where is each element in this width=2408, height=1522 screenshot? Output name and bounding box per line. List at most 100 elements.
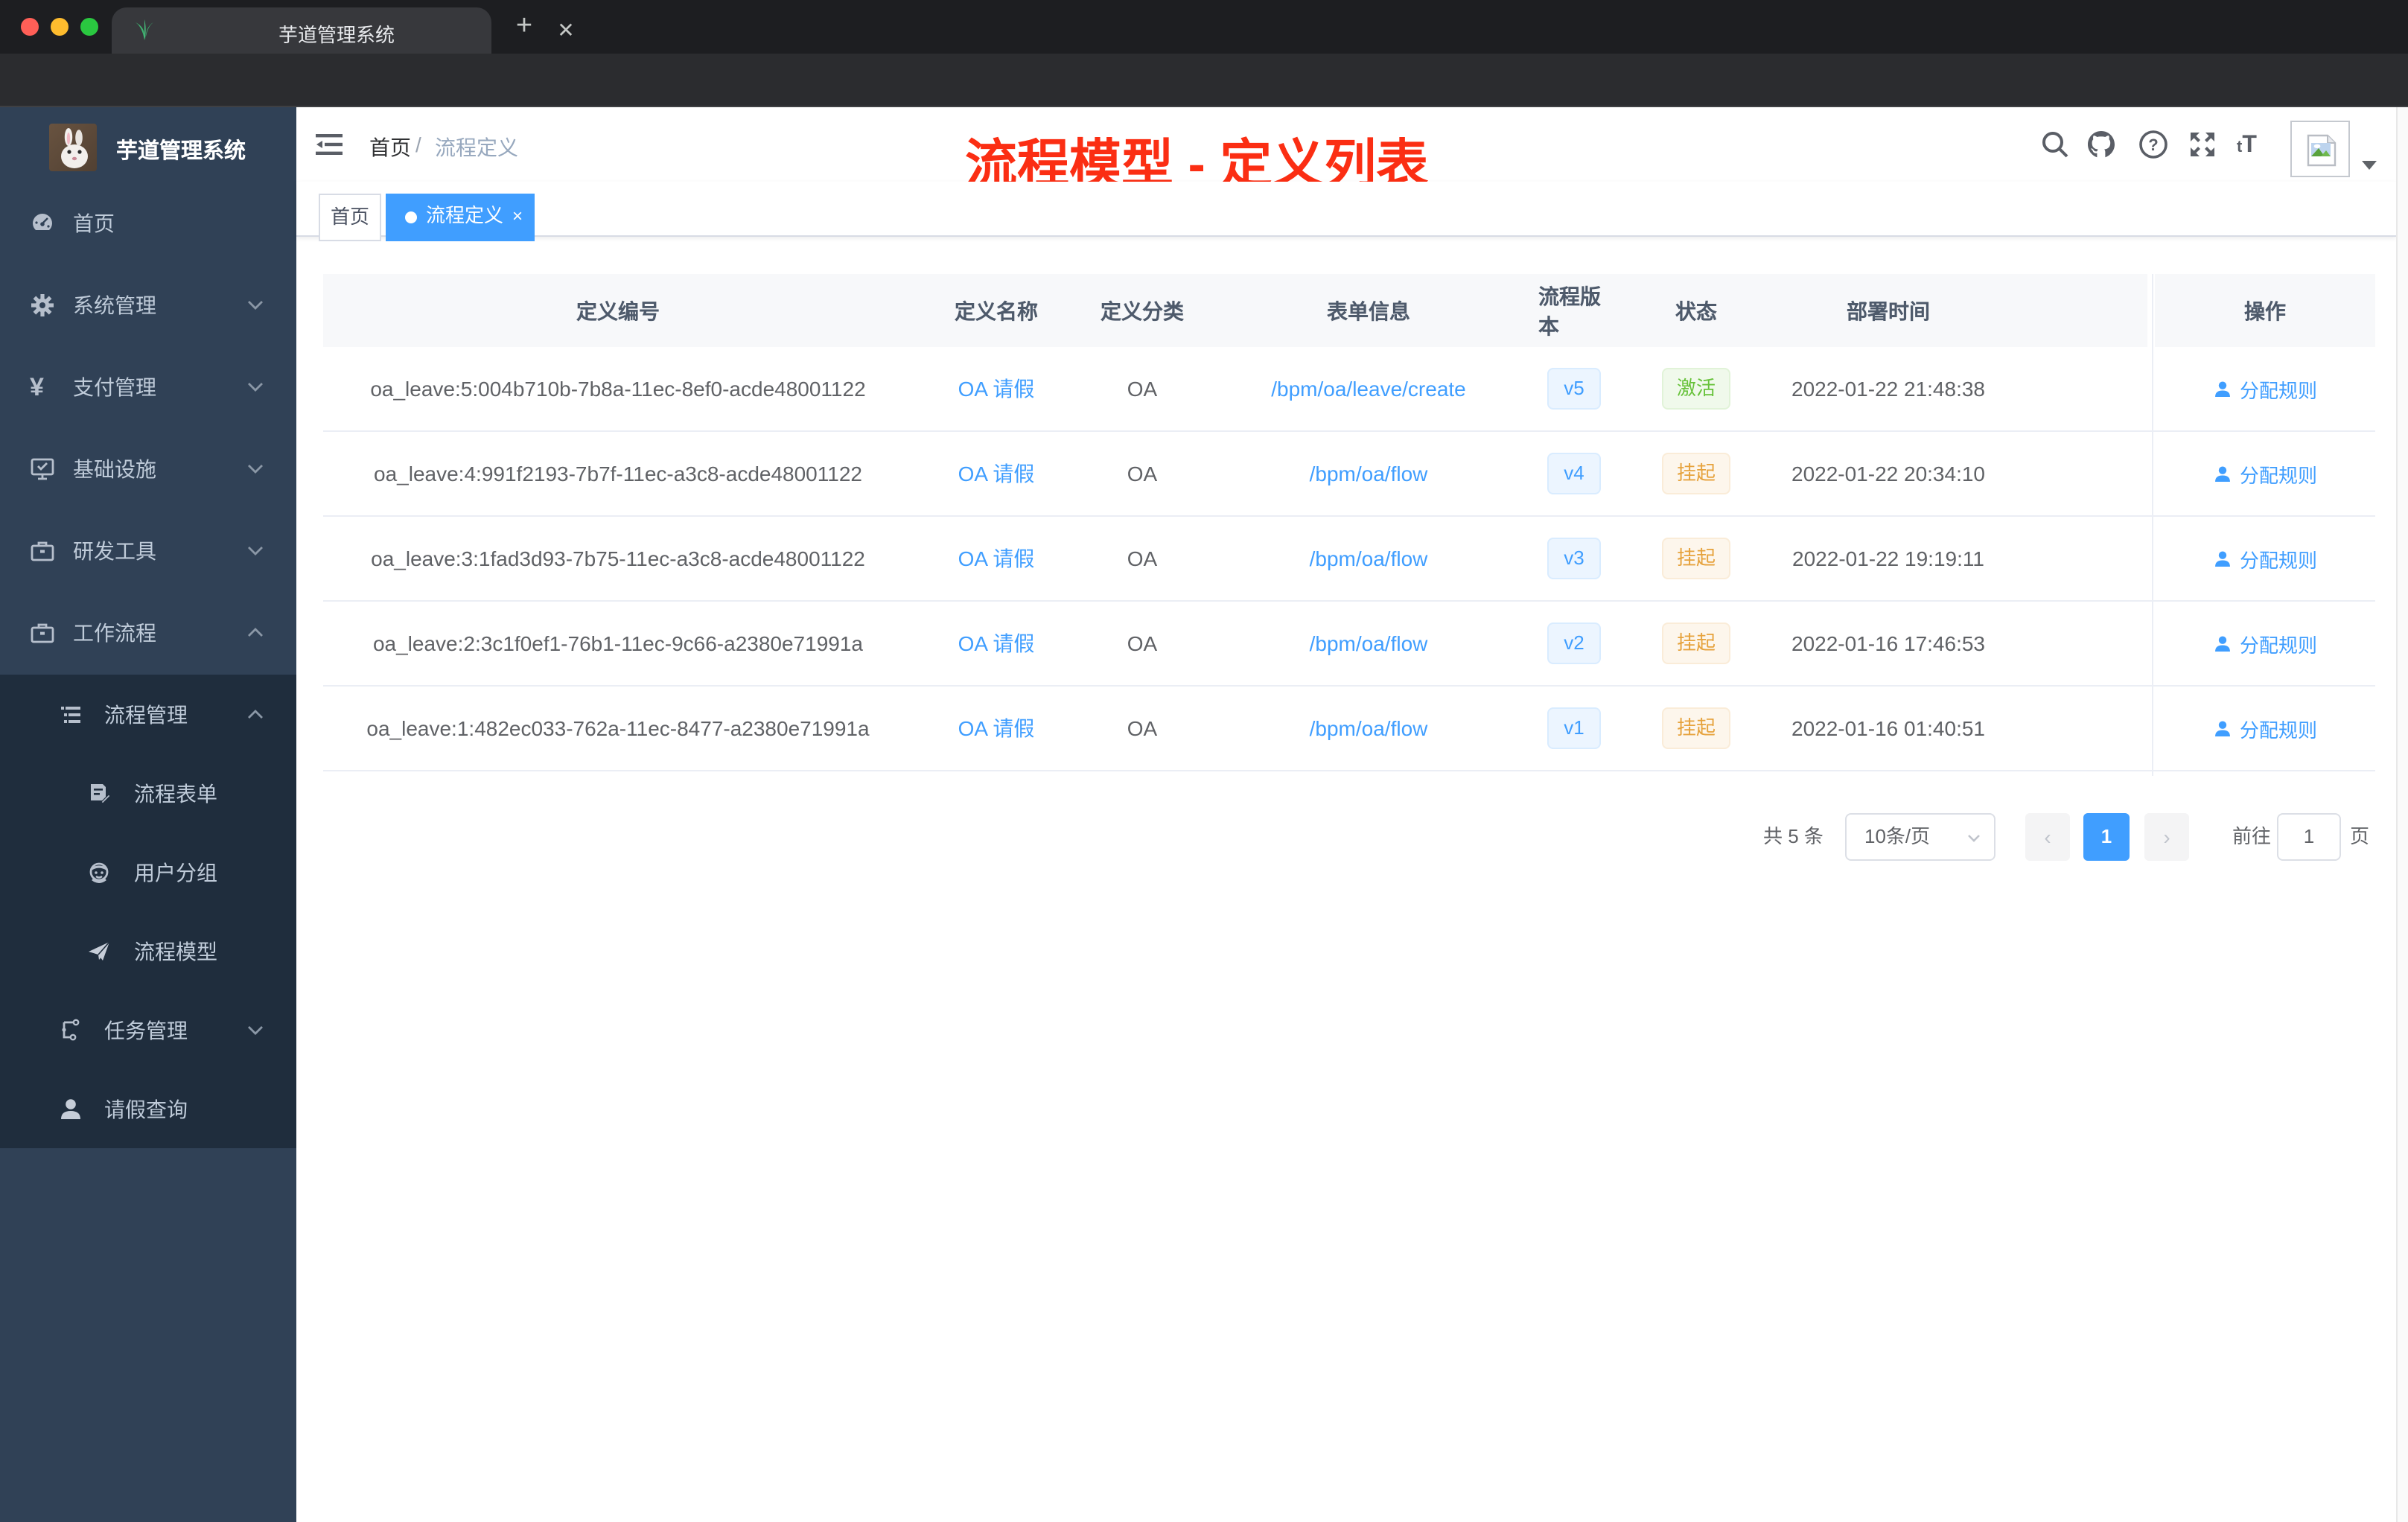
cell-deploy-time: 2022-01-22 20:34:10 [1791,462,1985,485]
cell-category: OA [1127,547,1158,570]
form-link[interactable]: /bpm/oa/flow [1310,547,1428,570]
assign-rule-button[interactable]: 分配规则 [2213,714,2317,742]
pagination-prev-button[interactable]: ‹ [2025,813,2070,861]
pagination-goto-input[interactable]: 1 [2277,813,2341,861]
cell-definition-id: oa_leave:3:1fad3d93-7b75-11ec-a3c8-acde4… [371,547,865,570]
fixed-column-gap [2147,274,2155,347]
action-label: 分配规则 [2239,464,2317,486]
status-badge[interactable]: 挂起 [1661,707,1730,749]
sidebar-item-task-management[interactable]: 任务管理 [0,990,296,1069]
browser-toolbar: 不安全 dashboard.yudao.iocoder.cn/bpm/manag… [0,54,2408,155]
definition-name-link[interactable]: OA 请假 [958,544,1035,573]
action-label: 分配规则 [2239,634,2317,656]
sidebar-item-infrastructure[interactable]: 基础设施 [0,429,296,508]
tab-close-icon[interactable]: ✕ [552,16,579,43]
cell-deploy-time: 2022-01-16 01:40:51 [1791,716,1985,740]
browser-tabstrip: 芋道管理系统 ✕ + [0,0,2408,54]
status-badge[interactable]: 激活 [1661,368,1730,410]
traffic-light-zoom[interactable] [80,18,98,36]
cell-category: OA [1127,716,1158,740]
sidebar-item-label: 支付管理 [73,375,156,398]
page-scrollbar[interactable] [2396,107,2408,1522]
chevron-down-icon [1968,835,1980,842]
column-header-deploy-time: 部署时间 [1847,299,1930,322]
tag-label: 首页 [330,206,369,228]
sidebar-item-workflow[interactable]: 工作流程 [0,593,296,672]
pagination-page-1[interactable]: 1 [2083,813,2130,861]
tag-process-definition[interactable]: 流程定义 × [386,194,535,241]
tag-home[interactable]: 首页 [319,194,381,241]
assign-rule-button[interactable]: 分配规则 [2213,629,2317,657]
chevron-down-icon [248,382,263,391]
tag-close-icon[interactable]: × [512,194,523,238]
sidebar-item-label: 任务管理 [104,1018,188,1042]
form-link[interactable]: /bpm/oa/flow [1310,631,1428,655]
action-label: 分配规则 [2239,719,2317,741]
form-link[interactable]: /bpm/oa/leave/create [1271,377,1466,401]
traffic-light-minimize[interactable] [51,18,69,36]
app-logo-avatar [49,124,97,171]
person-icon [61,1098,80,1118]
dashboard-icon [33,213,52,229]
column-header-category: 定义分类 [1101,299,1184,322]
person-icon [2215,380,2230,396]
status-badge[interactable]: 挂起 [1661,453,1730,494]
sidebar-item-user-group[interactable]: 用户分组 [0,832,296,911]
github-icon[interactable] [2086,130,2116,159]
column-header-status: 状态 [1675,299,1717,322]
form-link[interactable]: /bpm/oa/flow [1310,716,1428,740]
sidebar-item-process-management[interactable]: 流程管理 [0,675,296,754]
status-badge[interactable]: 挂起 [1661,623,1730,664]
version-badge: v1 [1547,707,1601,749]
hamburger-icon[interactable] [316,133,343,156]
user-headset-icon [89,862,109,882]
page-size-select[interactable]: 10条/页 [1845,813,1995,861]
tab-title: 芋道管理系统 [278,24,395,46]
new-tab-button[interactable]: + [509,11,539,42]
cell-definition-id: oa_leave:5:004b710b-7b8a-11ec-8ef0-acde4… [370,377,866,401]
sidebar-item-label: 用户分组 [134,860,217,884]
breadcrumb-separator: / [415,133,421,156]
sidebar-item-system[interactable]: 系统管理 [0,265,296,344]
browser-tab[interactable]: 芋道管理系统 ✕ [112,7,575,54]
status-badge[interactable]: 挂起 [1661,538,1730,579]
cell-category: OA [1127,631,1158,655]
breadcrumb-current: 流程定义 [435,136,518,159]
assign-rule-button[interactable]: 分配规则 [2213,375,2317,403]
assign-rule-button[interactable]: 分配规则 [2213,459,2317,488]
column-header-id: 定义编号 [576,299,660,322]
avatar[interactable] [2290,121,2350,177]
font-size-icon[interactable]: tT [2237,133,2257,159]
definition-name-link[interactable]: OA 请假 [958,374,1035,404]
avatar-caret-icon[interactable] [2362,161,2377,170]
pagination-page-label: 页 [2350,825,2370,847]
column-header-form: 表单信息 [1327,299,1410,322]
breadcrumb-home[interactable]: 首页 [369,133,411,162]
version-badge: v5 [1547,368,1601,410]
screen: 芋道管理系统 ✕ + 不安全 dashboard.yudao.iocoder.c… [0,0,2408,1522]
search-icon[interactable] [2040,130,2070,159]
definition-name-link[interactable]: OA 请假 [958,459,1035,488]
favicon-grass-icon [136,19,153,40]
form-link[interactable]: /bpm/oa/flow [1310,462,1428,485]
sidebar-item-payment[interactable]: ¥ 支付管理 [0,347,296,426]
person-icon [2215,465,2230,481]
app-title: 芋道管理系统 [116,140,246,164]
definition-name-link[interactable]: OA 请假 [958,628,1035,658]
broken-image-icon [2307,134,2337,167]
sidebar-item-process-form[interactable]: 流程表单 [0,754,296,832]
sidebar-item-process-model[interactable]: 流程模型 [0,911,296,990]
pagination-next-button[interactable]: › [2144,813,2189,861]
person-icon [2215,550,2230,566]
sidebar-item-dev-tools[interactable]: 研发工具 [0,511,296,590]
traffic-light-close[interactable] [21,18,39,36]
sidebar-item-leave-query[interactable]: 请假查询 [0,1069,296,1148]
help-icon[interactable]: ? [2138,130,2168,159]
briefcase-icon [31,541,54,561]
assign-rule-button[interactable]: 分配规则 [2213,544,2317,573]
definition-name-link[interactable]: OA 请假 [958,713,1035,743]
fullscreen-icon[interactable] [2188,130,2217,159]
sidebar-item-home[interactable]: 首页 [0,183,296,262]
version-badge: v2 [1547,623,1601,664]
sidebar-item-label: 工作流程 [73,620,156,644]
